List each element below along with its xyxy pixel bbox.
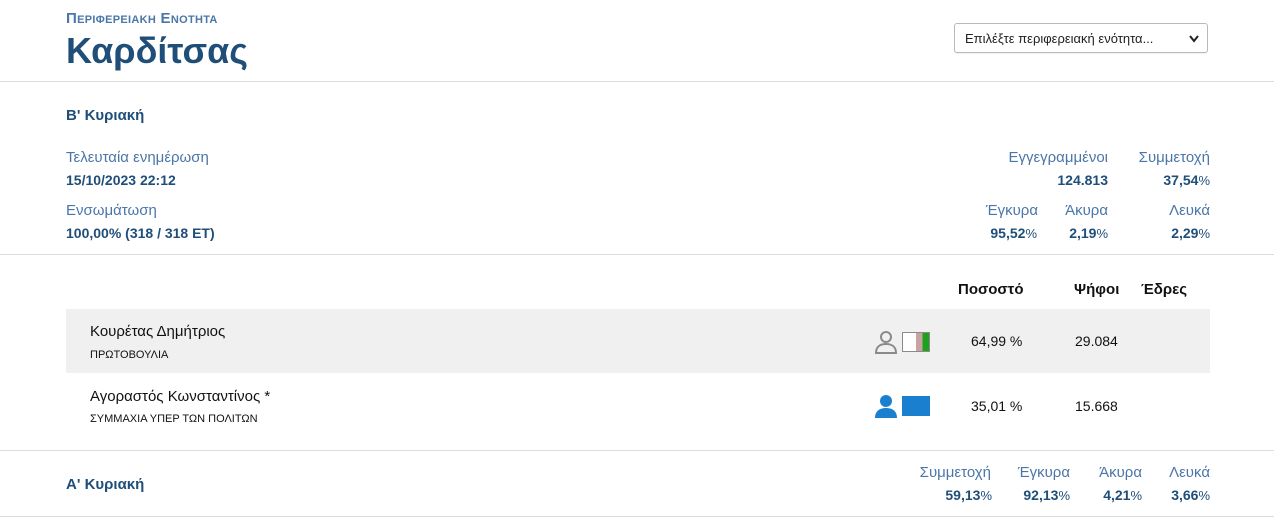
turnout-label: Συμμετοχή bbox=[1138, 149, 1210, 166]
percent-cell: 64,99 % bbox=[971, 333, 1023, 349]
pct-sign: % bbox=[1198, 226, 1210, 241]
column-header-seats: Έδρες bbox=[1141, 281, 1188, 298]
round-a-invalid-number: 4,21 bbox=[1103, 487, 1131, 503]
blank-label: Λευκά bbox=[1169, 202, 1210, 219]
round-a-title[interactable]: Α' Κυριακή bbox=[66, 476, 144, 493]
candidate-name: Αγοραστός Κωνσταντίνος * bbox=[90, 388, 271, 405]
region-name-title: Καρδίτσας bbox=[66, 30, 248, 71]
invalid-number: 2,19 bbox=[1069, 225, 1097, 241]
pct-sign: % bbox=[1025, 226, 1037, 241]
round-a-blank-value: 3,66% bbox=[1171, 487, 1210, 503]
round-a-turnout-label: Συμμετοχή bbox=[919, 464, 991, 481]
percent-cell: 35,01 % bbox=[971, 398, 1023, 414]
turnout-value: 37,54% bbox=[1163, 172, 1210, 188]
invalid-value: 2,19% bbox=[1069, 225, 1108, 241]
divider bbox=[0, 254, 1274, 255]
round-b-title: Β' Κυριακή bbox=[66, 107, 145, 124]
region-select-placeholder: Επιλέξτε περιφερειακή ενότητα... bbox=[965, 31, 1154, 46]
round-a-turnout-value: 59,13% bbox=[945, 487, 992, 503]
last-update-label: Τελευταία ενημέρωση bbox=[66, 149, 209, 166]
column-header-votes: Ψήφοι bbox=[1074, 281, 1120, 298]
turnout-number: 37,54 bbox=[1163, 172, 1199, 188]
last-update-value: 15/10/2023 22:12 bbox=[66, 172, 176, 188]
round-a-invalid-label: Άκυρα bbox=[1099, 464, 1142, 481]
divider bbox=[0, 450, 1274, 451]
column-header-percent: Ποσοστό bbox=[958, 281, 1024, 298]
candidate-party: ΣΥΜΜΑΧΙΑ ΥΠΕΡ ΤΩΝ ΠΟΛΙΤΩΝ bbox=[90, 413, 258, 425]
table-row[interactable]: Αγοραστός Κωνσταντίνος * ΣΥΜΜΑΧΙΑ ΥΠΕΡ Τ… bbox=[66, 374, 1210, 438]
registered-label: Εγγεγραμμένοι bbox=[1008, 149, 1108, 166]
party-flag-icon bbox=[902, 396, 930, 416]
chevron-down-icon bbox=[1189, 24, 1199, 67]
region-type-label: Περιφερειακη Ενοτητα bbox=[66, 10, 218, 27]
round-a-turnout-number: 59,13 bbox=[945, 487, 981, 503]
pct-sign: % bbox=[1198, 488, 1210, 503]
blank-number: 2,29 bbox=[1171, 225, 1199, 241]
round-a-invalid-value: 4,21% bbox=[1103, 487, 1142, 503]
round-a-valid-number: 92,13 bbox=[1023, 487, 1059, 503]
integration-label: Ενσωμάτωση bbox=[66, 202, 157, 219]
valid-number: 95,52 bbox=[990, 225, 1026, 241]
blank-value: 2,29% bbox=[1171, 225, 1210, 241]
registered-value: 124.813 bbox=[1057, 172, 1108, 188]
pct-sign: % bbox=[1058, 488, 1070, 503]
person-icon bbox=[873, 330, 899, 354]
party-flag-icon bbox=[902, 332, 930, 352]
table-row[interactable]: Κουρέτας Δημήτριος ΠΡΩΤΟΒΟΥΛΙΑ 64,99 % 2… bbox=[66, 309, 1210, 373]
integration-value: 100,00% (318 / 318 ΕΤ) bbox=[66, 225, 215, 241]
pct-sign: % bbox=[980, 488, 992, 503]
divider bbox=[0, 516, 1274, 517]
valid-label: Έγκυρα bbox=[985, 202, 1038, 219]
round-a-valid-label: Έγκυρα bbox=[1017, 464, 1070, 481]
valid-value: 95,52% bbox=[990, 225, 1037, 241]
round-a-valid-value: 92,13% bbox=[1023, 487, 1070, 503]
region-select[interactable]: Επιλέξτε περιφερειακή ενότητα... bbox=[954, 23, 1208, 53]
pct-sign: % bbox=[1130, 488, 1142, 503]
round-a-blank-number: 3,66 bbox=[1171, 487, 1199, 503]
candidate-name: Κουρέτας Δημήτριος bbox=[90, 323, 226, 340]
votes-cell: 15.668 bbox=[1075, 398, 1118, 414]
pct-sign: % bbox=[1096, 226, 1108, 241]
invalid-label: Άκυρα bbox=[1065, 202, 1108, 219]
votes-cell: 29.084 bbox=[1075, 333, 1118, 349]
candidate-party: ΠΡΩΤΟΒΟΥΛΙΑ bbox=[90, 349, 169, 361]
round-a-blank-label: Λευκά bbox=[1169, 464, 1210, 481]
pct-sign: % bbox=[1198, 173, 1210, 188]
divider bbox=[0, 81, 1274, 82]
person-icon bbox=[873, 394, 899, 418]
